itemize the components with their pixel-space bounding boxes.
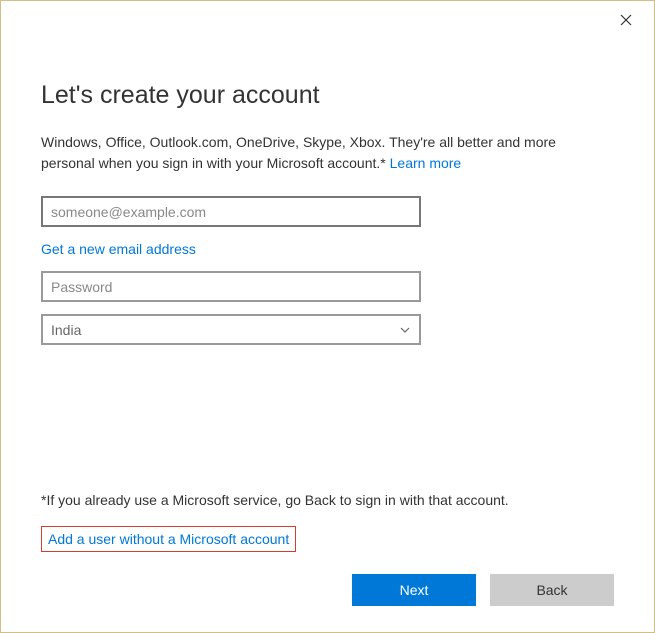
email-input[interactable]	[41, 196, 421, 227]
country-select[interactable]: India	[41, 314, 421, 345]
footer: *If you already use a Microsoft service,…	[41, 492, 614, 606]
subtitle-text: Windows, Office, Outlook.com, OneDrive, …	[41, 134, 556, 171]
add-user-link-highlight: Add a user without a Microsoft account	[41, 526, 296, 552]
close-icon	[620, 13, 632, 29]
footer-note: *If you already use a Microsoft service,…	[41, 492, 614, 508]
main-content: Let's create your account Windows, Offic…	[1, 1, 654, 345]
next-button[interactable]: Next	[352, 574, 476, 606]
button-row: Next Back	[41, 574, 614, 606]
password-input[interactable]	[41, 271, 421, 302]
add-user-without-account-link[interactable]: Add a user without a Microsoft account	[48, 531, 289, 547]
new-email-link[interactable]: Get a new email address	[41, 241, 196, 257]
page-title: Let's create your account	[41, 81, 614, 110]
subtitle: Windows, Office, Outlook.com, OneDrive, …	[41, 132, 561, 174]
back-button[interactable]: Back	[490, 574, 614, 606]
close-button[interactable]	[610, 9, 642, 33]
learn-more-link[interactable]: Learn more	[390, 155, 462, 171]
